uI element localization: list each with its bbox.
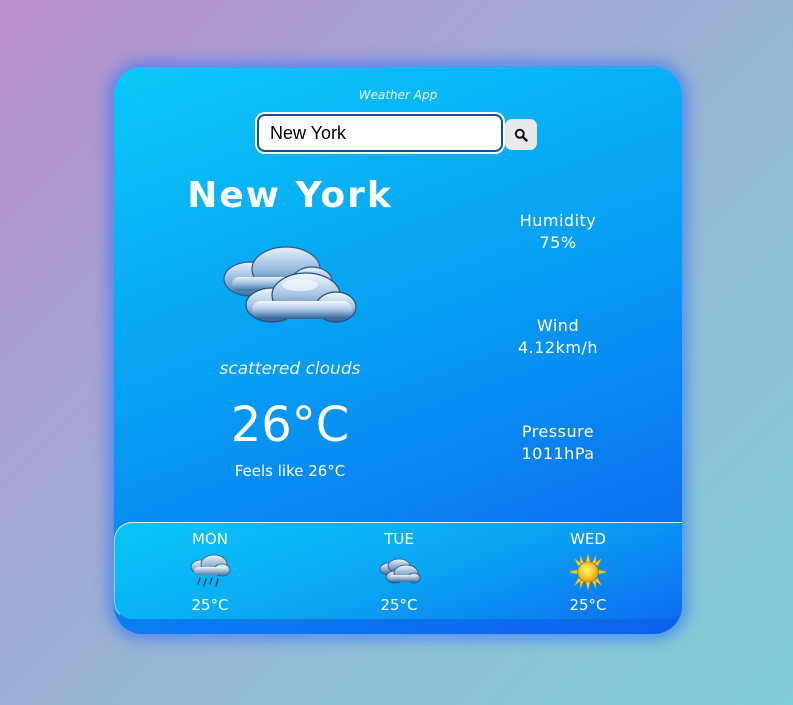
sun-icon: [528, 553, 648, 593]
rain-icon: [150, 553, 270, 593]
forecast-day-name: WED: [570, 530, 606, 548]
pressure-stat: Pressure 1011hPa: [478, 421, 638, 465]
search-icon: [514, 128, 528, 142]
forecast-day-name: TUE: [384, 530, 414, 548]
pressure-label: Pressure: [521, 422, 595, 441]
app-title: Weather App: [358, 88, 438, 102]
humidity-label: Humidity: [519, 211, 597, 230]
humidity-stat: Humidity 75%: [478, 210, 638, 254]
forecast-day-name: MON: [192, 530, 228, 548]
wind-value: 4.12km/h: [517, 338, 598, 357]
clouds-icon: [339, 553, 459, 593]
feels-like: Feels like 26°C: [234, 462, 346, 480]
forecast-panel: MON 25°C TUE 25°C WED 25°C: [114, 522, 682, 620]
search-input[interactable]: [257, 114, 503, 152]
pressure-value: 1011hPa: [521, 444, 595, 463]
forecast-temp: 25°C: [191, 596, 229, 614]
forecast-temp: 25°C: [380, 596, 418, 614]
wind-stat: Wind 4.12km/h: [478, 315, 638, 359]
city-name: New York: [187, 175, 393, 216]
humidity-value: 75%: [539, 233, 577, 252]
weather-card: Weather App New York New York scattered …: [114, 67, 682, 634]
forecast-day-tue: TUE 25°C: [339, 529, 459, 615]
wind-label: Wind: [536, 316, 580, 335]
search-button[interactable]: [505, 119, 537, 150]
forecast-day-mon: MON 25°C: [150, 529, 270, 615]
current-temperature: 26°C: [230, 397, 350, 453]
weather-description: scattered clouds: [219, 359, 361, 379]
scattered-clouds-icon: [220, 241, 360, 335]
forecast-temp: 25°C: [569, 596, 607, 614]
forecast-day-wed: WED 25°C: [528, 529, 648, 615]
